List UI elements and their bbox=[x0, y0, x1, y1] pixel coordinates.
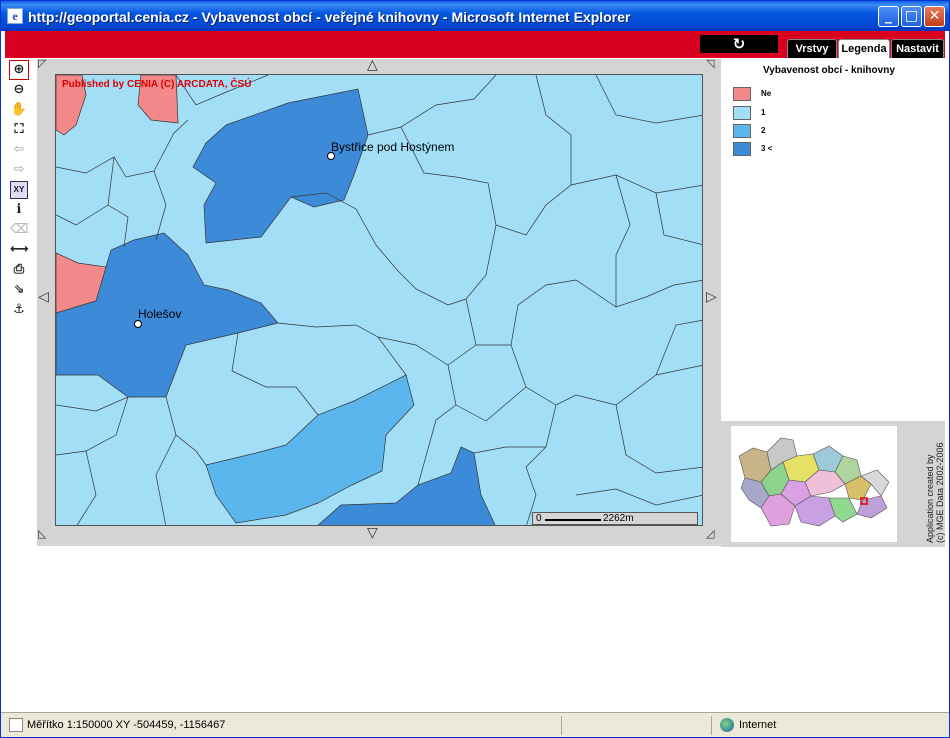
zone-label: Internet bbox=[739, 719, 777, 731]
tab-nastavit[interactable]: Nastavit bbox=[891, 39, 944, 58]
pan-up-arrow-icon[interactable]: △ bbox=[367, 57, 378, 73]
coordinates-icon[interactable]: XY bbox=[10, 181, 28, 199]
export-icon[interactable]: ⇘ bbox=[10, 281, 28, 299]
legend-swatch bbox=[733, 142, 751, 156]
credits-line-2: (c) MGE Data 2002-2006 bbox=[935, 442, 945, 543]
zoom-out-icon[interactable]: ⊖ bbox=[10, 81, 28, 99]
pan-sw-arrow-icon[interactable]: ◺ bbox=[38, 527, 46, 540]
pan-se-arrow-icon[interactable]: ◿ bbox=[706, 527, 714, 540]
print-icon[interactable]: ⎙ bbox=[10, 261, 28, 279]
forward-arrow-icon[interactable]: ⇨ bbox=[10, 161, 28, 179]
place-label-bystrice: Bystřice pod Hostýnem bbox=[331, 140, 455, 154]
anchor-icon[interactable]: ⚓ bbox=[10, 301, 28, 319]
refresh-button[interactable]: ↻ bbox=[700, 35, 778, 53]
legend-swatch bbox=[733, 106, 751, 120]
info-icon[interactable]: ℹ bbox=[10, 201, 28, 219]
maximize-button[interactable]: □ bbox=[901, 6, 922, 27]
legend-swatch bbox=[733, 87, 751, 101]
status-separator bbox=[711, 716, 712, 735]
full-extent-icon[interactable]: ⛶ bbox=[10, 121, 28, 139]
scale-distance: 2262m bbox=[603, 513, 634, 524]
internet-zone-icon bbox=[720, 718, 734, 732]
scale-bar: 0 2262m bbox=[532, 512, 698, 525]
back-arrow-icon[interactable]: ⇦ bbox=[10, 141, 28, 159]
pan-hand-icon[interactable]: ✋ bbox=[10, 101, 28, 119]
app-header: ↻ Vrstvy Legenda Nastavit bbox=[5, 31, 945, 58]
tab-vrstvy[interactable]: Vrstvy bbox=[787, 39, 837, 58]
window-title: http://geoportal.cenia.cz - Vybavenost o… bbox=[28, 9, 631, 25]
overview-map[interactable] bbox=[731, 426, 897, 542]
place-marker bbox=[134, 320, 142, 328]
status-bar: Měřítko 1:150000 XY -504459, -1156467 In… bbox=[1, 712, 949, 737]
pan-right-arrow-icon[interactable]: ▷ bbox=[706, 289, 717, 305]
scale-zero: 0 bbox=[536, 513, 542, 524]
pan-left-arrow-icon[interactable]: ◁ bbox=[38, 289, 49, 305]
pan-down-arrow-icon[interactable]: ▽ bbox=[367, 525, 378, 541]
close-button[interactable]: ✕ bbox=[924, 6, 945, 27]
tab-legenda[interactable]: Legenda bbox=[838, 39, 890, 58]
credits: Application created by (c) MGE Data 2002… bbox=[925, 423, 945, 543]
legend-label: Ne bbox=[761, 89, 772, 98]
eraser-icon[interactable]: ⌫ bbox=[10, 221, 28, 239]
legend-swatch bbox=[733, 124, 751, 138]
place-label-holesov: Holešov bbox=[138, 307, 182, 321]
credits-line-1: Application created by bbox=[925, 454, 935, 543]
overview-map-graphic bbox=[738, 437, 890, 527]
measure-icon[interactable]: ⟷ bbox=[10, 241, 29, 259]
map-copyright: Published by CENIA (C) ARCDATA, ČSÚ bbox=[62, 79, 252, 90]
map-toolbar: ⊕ ⊖ ✋ ⛶ ⇦ ⇨ XY ℹ ⌫ ⟷ ⎙ ⇘ ⚓ bbox=[9, 60, 30, 321]
status-separator bbox=[561, 716, 562, 735]
scale-line bbox=[545, 519, 601, 521]
pan-nw-arrow-icon[interactable]: ◸ bbox=[38, 57, 46, 70]
legend-label: 1 bbox=[761, 108, 766, 117]
ie-icon: e bbox=[7, 8, 23, 24]
browser-window: e http://geoportal.cenia.cz - Vybavenost… bbox=[0, 0, 950, 738]
pan-ne-arrow-icon[interactable]: ◹ bbox=[706, 57, 714, 70]
minimize-button[interactable]: _ bbox=[878, 6, 899, 27]
legend-label: 3 < bbox=[761, 144, 773, 153]
map-canvas[interactable]: Published by CENIA (C) ARCDATA, ČSÚ Byst… bbox=[55, 74, 703, 526]
page-icon bbox=[9, 718, 23, 732]
zoom-in-icon[interactable]: ⊕ bbox=[9, 60, 29, 80]
title-bar: e http://geoportal.cenia.cz - Vybavenost… bbox=[1, 1, 949, 31]
status-text: Měřítko 1:150000 XY -504459, -1156467 bbox=[27, 719, 226, 731]
legend-title: Vybavenost obcí - knihovny bbox=[763, 65, 895, 76]
legend-label: 2 bbox=[761, 126, 766, 135]
